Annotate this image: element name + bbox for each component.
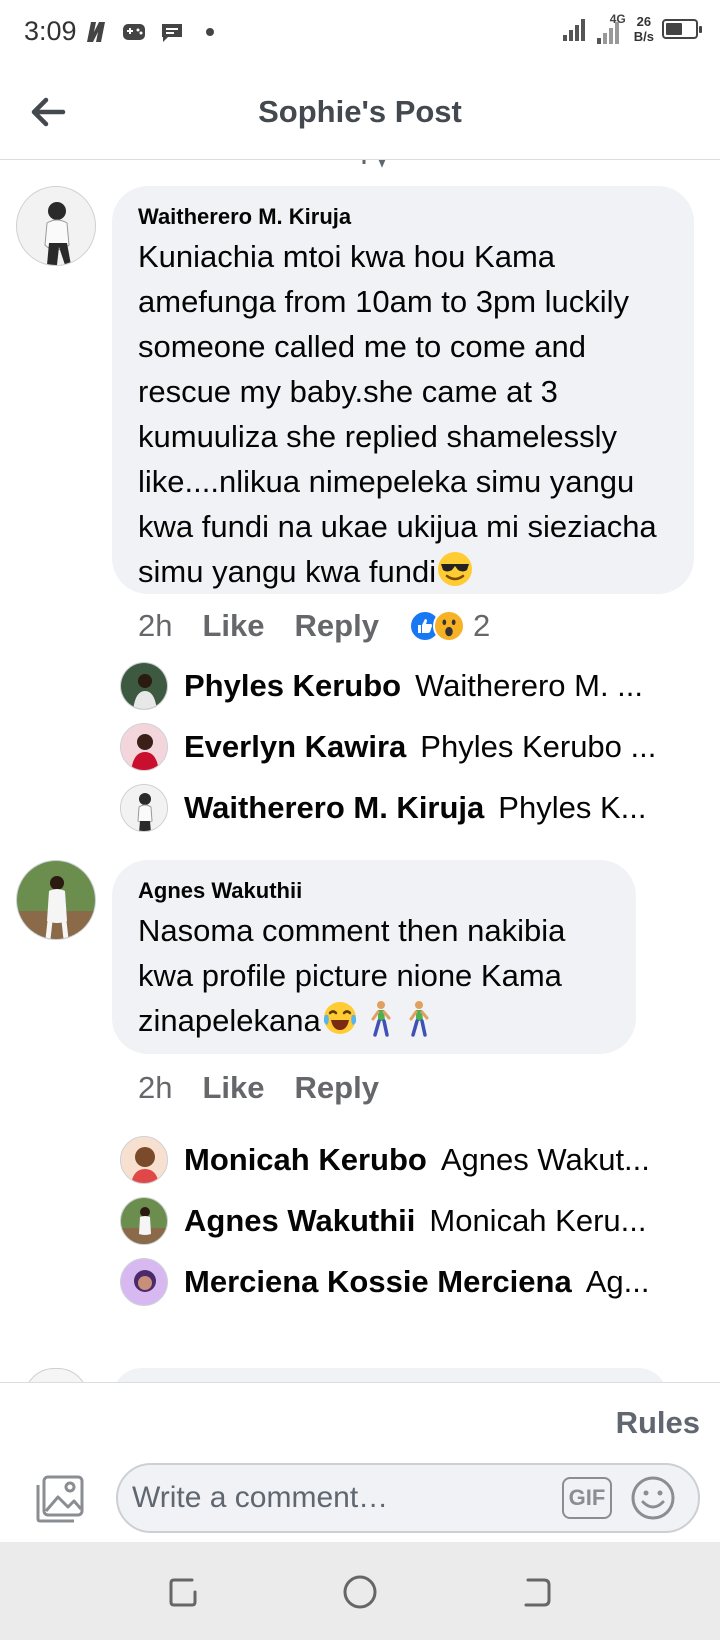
comment-author[interactable]: Agnes Wakuthii — [138, 878, 610, 904]
home-circle-icon — [343, 1575, 377, 1609]
smiling-face-with-sunglasses-emoji — [436, 550, 474, 600]
avatar[interactable] — [16, 860, 96, 940]
comment-bubble[interactable]: Waitherero M. Kiruja Kuniachia mtoi kwa … — [112, 186, 694, 594]
reply-preview: Ag... — [585, 1264, 650, 1299]
comment-input[interactable] — [116, 1463, 700, 1533]
back-nav-button[interactable] — [516, 1572, 556, 1612]
reply-item[interactable]: Phyles Kerubo Waitherero M. ... — [120, 658, 680, 714]
wow-reaction-icon — [432, 610, 465, 642]
more-notifications-dot-icon — [206, 28, 214, 36]
comment-time: 2h — [138, 1070, 173, 1105]
comment-bubble[interactable]: Agnes Wakuthii Nasoma comment then nakib… — [112, 860, 636, 1054]
rules-link[interactable]: Rules — [616, 1405, 700, 1441]
status-bar: 3:09 4G 26 B/s — [0, 0, 720, 66]
smiley-icon — [631, 1476, 675, 1520]
person-walking-emoji — [403, 999, 435, 1049]
avatar[interactable] — [120, 784, 168, 832]
gif-button[interactable]: GIF — [562, 1477, 612, 1519]
net-speed-unit: B/s — [633, 29, 654, 44]
android-navigation-bar — [0, 1542, 720, 1640]
reactions-summary[interactable]: 2 — [408, 608, 491, 644]
like-button[interactable]: Like — [202, 1070, 264, 1106]
net-speed-value: 26 — [636, 14, 652, 29]
photo-icon — [36, 1475, 84, 1523]
comment-text-body: Kuniachia mtoi kwa hou Kama amefunga fro… — [138, 239, 657, 589]
comment-actions: 2h Like Reply — [138, 1070, 409, 1106]
status-notification-icons — [82, 18, 224, 46]
signal-strength-icon — [562, 19, 585, 41]
recent-apps-button[interactable] — [164, 1572, 204, 1612]
photo-button[interactable] — [34, 1473, 86, 1525]
app-header: Sophie's Post — [0, 66, 720, 160]
reply-item[interactable]: Agnes Wakuthii Monicah Keru... — [120, 1193, 680, 1249]
recents-icon — [169, 1578, 197, 1607]
comments-feed[interactable]: Waitherero M. Kiruja Kuniachia mtoi kwa … — [0, 160, 720, 1382]
reply-preview: Waitherero M. ... — [415, 668, 644, 703]
reply-preview: Phyles K... — [498, 790, 647, 825]
reaction-count: 2 — [472, 608, 491, 643]
comment-bubble[interactable] — [112, 1368, 668, 1382]
reply-item[interactable]: Merciena Kossie Merciena Ag... — [120, 1254, 680, 1310]
signal-4g-icon: 4G — [596, 12, 626, 44]
avatar[interactable] — [120, 1258, 168, 1306]
reply-author[interactable]: Agnes Wakuthii — [184, 1203, 415, 1239]
gamepad-icon — [123, 24, 145, 40]
reply-button[interactable]: Reply — [295, 608, 379, 644]
person-walking-emoji — [365, 999, 397, 1049]
reply-author[interactable]: Phyles Kerubo — [184, 668, 401, 704]
reply-preview: Monicah Keru... — [429, 1203, 647, 1238]
comment-text: Nasoma comment then nakibia kwa profile … — [138, 908, 610, 1049]
back-nav-icon — [524, 1578, 551, 1607]
netflix-icon — [87, 22, 105, 42]
avatar[interactable] — [16, 186, 96, 266]
clipped-previous-text — [318, 160, 398, 178]
comment-composer: Rules GIF — [0, 1382, 720, 1542]
reply-author[interactable]: Merciena Kossie Merciena — [184, 1264, 572, 1300]
status-time: 3:09 — [24, 16, 77, 46]
page-title: Sophie's Post — [258, 94, 462, 129]
comment-actions: 2h Like Reply 2 — [138, 608, 490, 644]
comment-text: Kuniachia mtoi kwa hou Kama amefunga fro… — [138, 234, 668, 600]
reply-preview: Agnes Wakut... — [440, 1142, 650, 1177]
reply-button[interactable]: Reply — [295, 1070, 379, 1106]
comment-author[interactable]: Waitherero M. Kiruja — [138, 204, 668, 230]
message-icon — [162, 24, 182, 42]
comment-time: 2h — [138, 608, 173, 643]
reply-author[interactable]: Waitherero M. Kiruja — [184, 790, 484, 826]
avatar[interactable] — [120, 1197, 168, 1245]
net-speed: 26 B/s — [634, 14, 654, 44]
avatar[interactable] — [120, 1136, 168, 1184]
home-button[interactable] — [340, 1572, 380, 1612]
avatar[interactable] — [24, 1368, 88, 1382]
reply-author[interactable]: Everlyn Kawira — [184, 729, 406, 765]
face-with-tears-of-joy-emoji — [321, 999, 359, 1049]
avatar[interactable] — [120, 662, 168, 710]
reply-author[interactable]: Monicah Kerubo — [184, 1142, 427, 1178]
reply-preview: Phyles Kerubo ... — [420, 729, 657, 764]
status-right-icons: 4G 26 B/s — [562, 12, 702, 44]
reply-item[interactable]: Monicah Kerubo Agnes Wakut... — [120, 1132, 680, 1188]
avatar[interactable] — [120, 723, 168, 771]
battery-icon — [662, 19, 702, 39]
like-button[interactable]: Like — [202, 608, 264, 644]
emoji-button[interactable] — [630, 1475, 676, 1521]
reply-item[interactable]: Waitherero M. Kiruja Phyles K... — [120, 780, 680, 836]
reply-item[interactable]: Everlyn Kawira Phyles Kerubo ... — [120, 719, 680, 775]
